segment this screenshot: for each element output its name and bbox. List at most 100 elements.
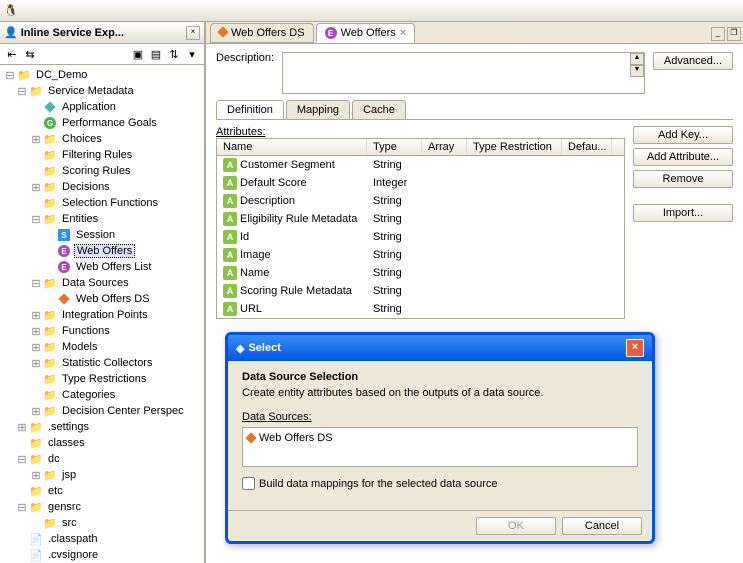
- attribute-icon: A: [223, 266, 237, 280]
- tree-item[interactable]: 📁Scoring Rules: [2, 163, 202, 179]
- dialog-title: Select: [248, 342, 280, 354]
- tree-item[interactable]: 📁Filtering Rules: [2, 147, 202, 163]
- tree-root[interactable]: ⊟📁DC_Demo: [2, 67, 202, 83]
- editor-tab[interactable]: Web Offers DS: [210, 23, 314, 43]
- diamond-orange-icon: [245, 432, 256, 443]
- tab-mapping[interactable]: Mapping: [286, 100, 350, 119]
- editor-tab[interactable]: EWeb Offers×: [316, 23, 416, 44]
- data-sources-list[interactable]: Web Offers DS: [242, 427, 638, 467]
- col-default[interactable]: Defau...: [562, 139, 612, 155]
- attribute-icon: A: [223, 284, 237, 298]
- table-row[interactable]: AURLString: [217, 300, 624, 318]
- list-item[interactable]: Web Offers DS: [247, 432, 633, 444]
- description-textarea[interactable]: ▲ ▼: [282, 52, 645, 94]
- cancel-button[interactable]: Cancel: [562, 517, 642, 535]
- attributes-label: Attributes:: [216, 126, 625, 138]
- table-row[interactable]: ADefault ScoreInteger: [217, 174, 624, 192]
- tree-item[interactable]: ⊟📁gensrc: [2, 499, 202, 515]
- select-dialog: ◈ Select × Data Source Selection Create …: [225, 332, 655, 544]
- table-row[interactable]: AEligibility Rule MetadataString: [217, 210, 624, 228]
- attribute-icon: A: [223, 248, 237, 262]
- project-tree[interactable]: ⊟📁DC_Demo⊟📁Service MetadataApplicationGP…: [0, 65, 204, 563]
- tree-item[interactable]: ⊞📁Statistic Collectors: [2, 355, 202, 371]
- table-row[interactable]: AImageString: [217, 246, 624, 264]
- tree-item[interactable]: ⊞📁Decision Center Perspec: [2, 403, 202, 419]
- maximize-icon[interactable]: ❐: [727, 27, 741, 41]
- tab-cache[interactable]: Cache: [352, 100, 406, 119]
- tree-item[interactable]: ⊟📁Service Metadata: [2, 83, 202, 99]
- tree-item[interactable]: SSession: [2, 227, 202, 243]
- attribute-icon: A: [223, 230, 237, 244]
- attribute-icon: A: [223, 158, 237, 172]
- advanced-button[interactable]: Advanced...: [653, 52, 733, 70]
- tree-item[interactable]: 📁etc: [2, 483, 202, 499]
- sub-tabs: DefinitionMappingCache: [216, 100, 733, 120]
- col-type[interactable]: Type: [367, 139, 422, 155]
- tab-close-icon[interactable]: ×: [400, 27, 406, 39]
- dialog-icon: ◈: [236, 342, 244, 355]
- left-panel-title: 👤Inline Service Exp...: [4, 26, 124, 39]
- editor-tabs: Web Offers DSEWeb Offers× _ ❐: [206, 22, 743, 44]
- tree-toolbar: ⇤ ⇆ ▣ ▤ ⇅ ▾: [0, 44, 204, 65]
- remove-button[interactable]: Remove: [633, 170, 733, 188]
- tree-item[interactable]: ⊟📁dc: [2, 451, 202, 467]
- tree-item[interactable]: 📄.cvsignore: [2, 547, 202, 563]
- ok-button: OK: [476, 517, 556, 535]
- tree-item[interactable]: ⊞📁Models: [2, 339, 202, 355]
- tree-item[interactable]: ⊞📁Functions: [2, 323, 202, 339]
- tree-item[interactable]: 📁src: [2, 515, 202, 531]
- tree-item[interactable]: 📁Type Restrictions: [2, 371, 202, 387]
- col-type-restriction[interactable]: Type Restriction: [467, 139, 562, 155]
- attributes-table: Name Type Array Type Restriction Defau..…: [216, 138, 625, 319]
- tree-item[interactable]: EWeb Offers List: [2, 259, 202, 275]
- tree-item[interactable]: ⊟📁Entities: [2, 211, 202, 227]
- tool-icon-1[interactable]: ▣: [130, 46, 146, 62]
- tree-item[interactable]: 📄.classpath: [2, 531, 202, 547]
- tree-item[interactable]: 📁Selection Functions: [2, 195, 202, 211]
- attribute-icon: A: [223, 212, 237, 226]
- tab-definition[interactable]: Definition: [216, 100, 284, 119]
- tool-icon-2[interactable]: ▤: [148, 46, 164, 62]
- add-key-button[interactable]: Add Key...: [633, 126, 733, 144]
- table-row[interactable]: ACustomer SegmentString: [217, 156, 624, 174]
- dialog-text: Create entity attributes based on the ou…: [242, 387, 638, 399]
- col-array[interactable]: Array: [422, 139, 467, 155]
- tree-item[interactable]: ⊞📁.settings: [2, 419, 202, 435]
- tree-item[interactable]: ⊞📁Integration Points: [2, 307, 202, 323]
- tool-icon-3[interactable]: ⇅: [166, 46, 182, 62]
- tree-item[interactable]: ⊞📁jsp: [2, 467, 202, 483]
- tree-item[interactable]: 📁Categories: [2, 387, 202, 403]
- desc-down-icon[interactable]: ▼: [630, 65, 644, 77]
- checkbox-label: Build data mappings for the selected dat…: [259, 478, 497, 490]
- attribute-icon: A: [223, 176, 237, 190]
- tree-item[interactable]: Web Offers DS: [2, 291, 202, 307]
- ide-penguin-icon: 🐧: [4, 4, 18, 17]
- attribute-icon: A: [223, 302, 237, 316]
- tree-item[interactable]: 📁classes: [2, 435, 202, 451]
- collapse-all-icon[interactable]: ⇤: [4, 46, 20, 62]
- tree-item[interactable]: ⊞📁Choices: [2, 131, 202, 147]
- table-row[interactable]: ADescriptionString: [217, 192, 624, 210]
- description-label: Description:: [216, 52, 274, 64]
- attribute-icon: A: [223, 194, 237, 208]
- dialog-heading: Data Source Selection: [242, 371, 638, 383]
- table-row[interactable]: AScoring Rule MetadataString: [217, 282, 624, 300]
- tree-item[interactable]: ⊟📁Data Sources: [2, 275, 202, 291]
- add-attribute-button[interactable]: Add Attribute...: [633, 148, 733, 166]
- tree-item[interactable]: GPerformance Goals: [2, 115, 202, 131]
- tree-item[interactable]: EWeb Offers: [2, 243, 202, 259]
- build-mappings-checkbox[interactable]: [242, 477, 255, 490]
- tree-item[interactable]: Application: [2, 99, 202, 115]
- col-name[interactable]: Name: [217, 139, 367, 155]
- data-sources-label: Data Sources:: [242, 411, 638, 423]
- close-icon[interactable]: ×: [186, 26, 200, 40]
- link-editor-icon[interactable]: ⇆: [22, 46, 38, 62]
- menu-icon[interactable]: ▾: [184, 46, 200, 62]
- table-row[interactable]: ANameString: [217, 264, 624, 282]
- dialog-close-icon[interactable]: ×: [626, 339, 644, 357]
- desc-up-icon[interactable]: ▲: [630, 53, 644, 65]
- import-button[interactable]: Import...: [633, 204, 733, 222]
- tree-item[interactable]: ⊞📁Decisions: [2, 179, 202, 195]
- minimize-icon[interactable]: _: [711, 27, 725, 41]
- table-row[interactable]: AIdString: [217, 228, 624, 246]
